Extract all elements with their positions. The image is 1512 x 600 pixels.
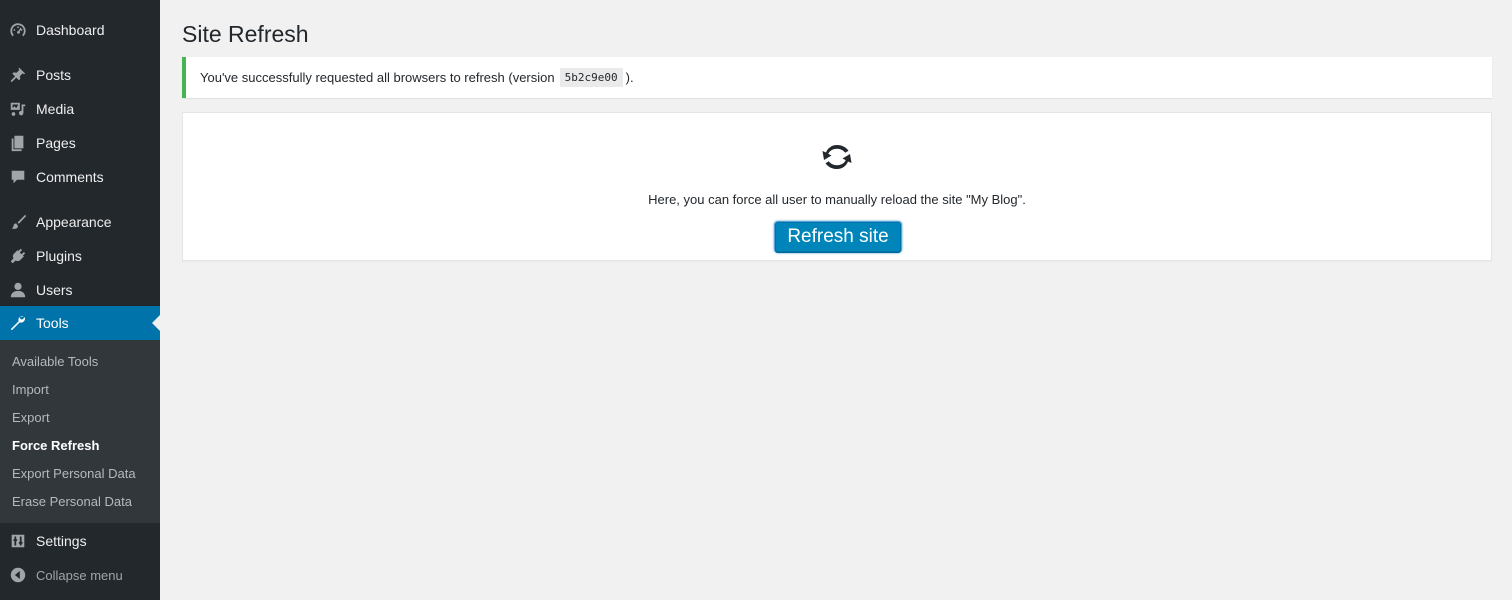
comment-icon — [0, 160, 36, 194]
user-icon — [0, 273, 36, 307]
sidebar-item-label: Pages — [36, 135, 76, 151]
settings-sliders-icon — [0, 524, 36, 558]
sidebar-item-plugins[interactable]: Plugins — [0, 239, 160, 273]
admin-sidebar: Dashboard Posts Media Pages Comments App… — [0, 0, 160, 600]
plug-icon — [0, 239, 36, 273]
submenu-item-export[interactable]: Export — [12, 407, 50, 429]
sidebar-item-label: Plugins — [36, 248, 82, 264]
sidebar-item-posts[interactable]: Posts — [0, 58, 160, 92]
paintbrush-icon — [0, 205, 36, 239]
sidebar-item-tools[interactable]: Tools — [0, 306, 160, 340]
sidebar-item-settings[interactable]: Settings — [0, 524, 160, 558]
sidebar-item-label: Comments — [36, 169, 104, 185]
refresh-site-button[interactable]: Refresh site — [775, 222, 901, 252]
collapse-menu-label: Collapse menu — [36, 567, 123, 583]
submenu-item-import[interactable]: Import — [12, 379, 49, 401]
sidebar-item-media[interactable]: Media — [0, 92, 160, 126]
page-title: Site Refresh — [182, 21, 309, 47]
sidebar-item-label: Settings — [36, 533, 87, 549]
sidebar-item-appearance[interactable]: Appearance — [0, 205, 160, 239]
media-icon — [0, 92, 36, 126]
notice-text-end: ). — [625, 70, 634, 85]
notice-text: You've successfully requested all browse… — [200, 70, 555, 85]
success-notice: You've successfully requested all browse… — [182, 57, 1492, 98]
refresh-panel: Here, you can force all user to manually… — [182, 112, 1492, 261]
pushpin-icon — [0, 58, 36, 92]
sidebar-item-label: Users — [36, 282, 73, 298]
collapse-menu-button[interactable]: Collapse menu — [0, 558, 160, 592]
refresh-icon — [822, 145, 852, 169]
submenu-item-force-refresh[interactable]: Force Refresh — [12, 435, 99, 457]
submenu-item-available-tools[interactable]: Available Tools — [12, 351, 98, 373]
submenu-item-export-personal-data[interactable]: Export Personal Data — [12, 463, 136, 485]
sidebar-item-label: Dashboard — [36, 22, 105, 38]
submenu-item-erase-personal-data[interactable]: Erase Personal Data — [12, 491, 132, 513]
pages-icon — [0, 126, 36, 160]
sidebar-item-label: Media — [36, 101, 75, 117]
sidebar-item-comments[interactable]: Comments — [0, 160, 160, 194]
sidebar-item-dashboard[interactable]: Dashboard — [0, 13, 160, 47]
sidebar-item-label: Tools — [36, 315, 69, 331]
dashboard-icon — [0, 13, 36, 47]
collapse-arrow-icon — [0, 558, 36, 592]
tools-submenu: Available Tools Import Export Force Refr… — [0, 340, 160, 523]
sidebar-item-users[interactable]: Users — [0, 273, 160, 307]
sidebar-item-label: Posts — [36, 67, 72, 83]
active-indicator-arrow — [152, 315, 160, 331]
version-code: 5b2c9e00 — [559, 68, 623, 87]
panel-description: Here, you can force all user to manually… — [648, 192, 1026, 207]
sidebar-item-label: Appearance — [36, 214, 112, 230]
sidebar-item-pages[interactable]: Pages — [0, 126, 160, 160]
wrench-icon — [0, 306, 36, 340]
